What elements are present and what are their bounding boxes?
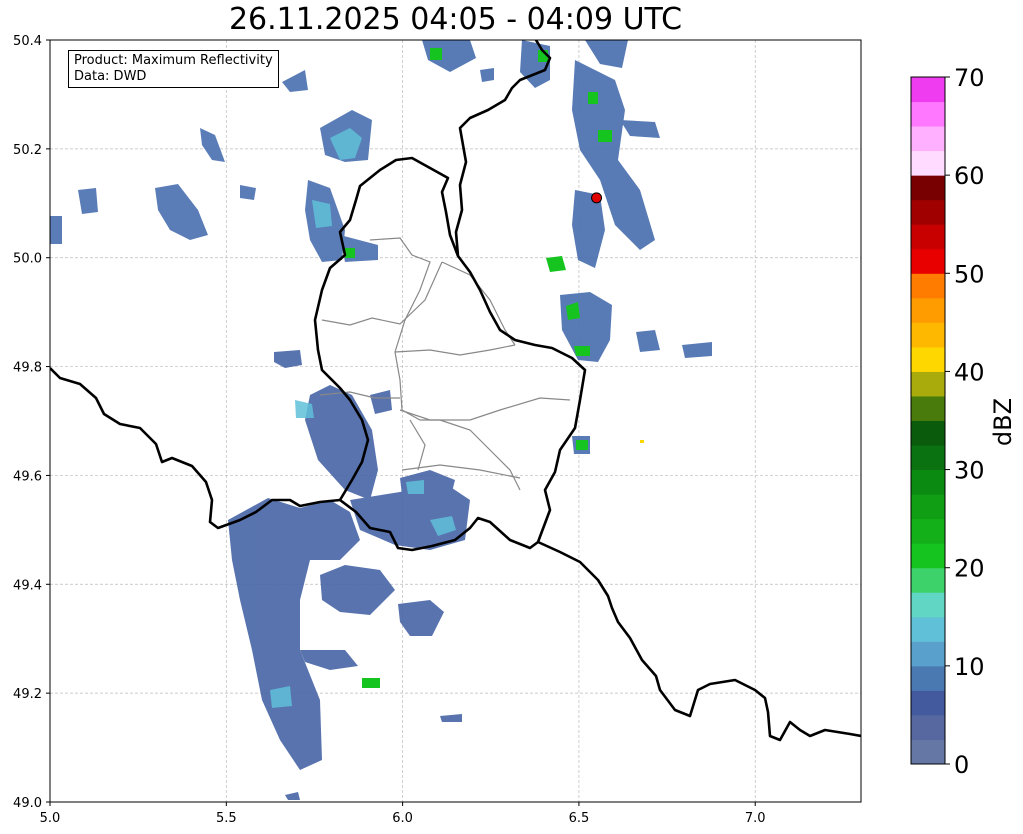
colorbar-segment — [911, 199, 945, 225]
colorbar-segment — [911, 690, 945, 716]
colorbar-segment — [911, 297, 945, 323]
colorbar-segment — [911, 714, 945, 740]
radar-map-figure: 5.0 5.5 6.0 6.5 7.0 49.0 49.2 49.4 49.6 49.8 50.0… — [13, 34, 1017, 826]
colorbar-segment — [911, 518, 945, 544]
y-tick-label: 49.2 — [13, 687, 42, 702]
product-label: Product: Maximum Reflectivity — [74, 53, 273, 68]
colorbar — [911, 77, 945, 765]
y-tick-label: 50.2 — [13, 143, 42, 158]
colorbar-segment — [911, 494, 945, 520]
colorbar-segment — [911, 273, 945, 299]
y-tick-label: 50.4 — [13, 34, 42, 49]
colorbar-tick-label: 30 — [954, 457, 985, 485]
colorbar-segment — [911, 175, 945, 201]
y-axis-ticks: 49.0 49.2 49.4 49.6 49.8 50.0 50.2 50.4 — [13, 34, 50, 811]
colorbar-segment — [911, 592, 945, 618]
x-tick-label: 7.0 — [745, 811, 766, 826]
x-axis-ticks: 5.0 5.5 6.0 6.5 7.0 — [40, 802, 766, 826]
x-tick-label: 5.5 — [216, 811, 237, 826]
colorbar-tick-label: 70 — [954, 64, 985, 92]
colorbar-segment — [911, 641, 945, 667]
y-tick-label: 50.0 — [13, 252, 42, 267]
colorbar-segment — [911, 150, 945, 176]
colorbar-tick-label: 0 — [954, 751, 969, 779]
y-tick-label: 49.8 — [13, 361, 42, 376]
y-tick-label: 49.0 — [13, 796, 42, 811]
colorbar-tick-label: 20 — [954, 555, 985, 583]
colorbar-tick-label: 50 — [954, 260, 985, 288]
colorbar-segment — [911, 101, 945, 127]
map-area — [50, 40, 861, 802]
colorbar-segment — [911, 543, 945, 569]
colorbar-label: dBZ — [989, 398, 1017, 446]
colorbar-segment — [911, 322, 945, 348]
data-source-label: Data: DWD — [74, 69, 147, 84]
colorbar-segment — [911, 469, 945, 495]
colorbar-segment — [911, 248, 945, 274]
colorbar-segment — [911, 420, 945, 446]
x-tick-label: 6.0 — [392, 811, 413, 826]
colorbar-segment — [911, 371, 945, 397]
colorbar-segment — [911, 126, 945, 152]
colorbar-segment — [911, 739, 945, 765]
product-info-box: Product: Maximum Reflectivity Data: DWD — [68, 50, 279, 88]
colorbar-segment — [911, 567, 945, 593]
y-tick-label: 49.4 — [13, 578, 42, 593]
colorbar-segment — [911, 346, 945, 372]
colorbar-segment — [911, 224, 945, 250]
colorbar-tick-label: 40 — [954, 358, 985, 386]
colorbar-segment — [911, 616, 945, 642]
colorbar-segment — [911, 665, 945, 691]
location-marker — [591, 192, 603, 204]
colorbar-segment — [911, 445, 945, 471]
colorbar-segment — [911, 395, 945, 421]
colorbar-segment — [911, 77, 945, 103]
colorbar-tick-label: 60 — [954, 162, 985, 190]
colorbar-ticks: 0 10 20 30 40 50 60 70 — [945, 64, 985, 779]
colorbar-tick-label: 10 — [954, 653, 985, 681]
x-tick-label: 5.0 — [40, 811, 61, 826]
y-tick-label: 49.6 — [13, 469, 42, 484]
x-tick-label: 6.5 — [569, 811, 590, 826]
